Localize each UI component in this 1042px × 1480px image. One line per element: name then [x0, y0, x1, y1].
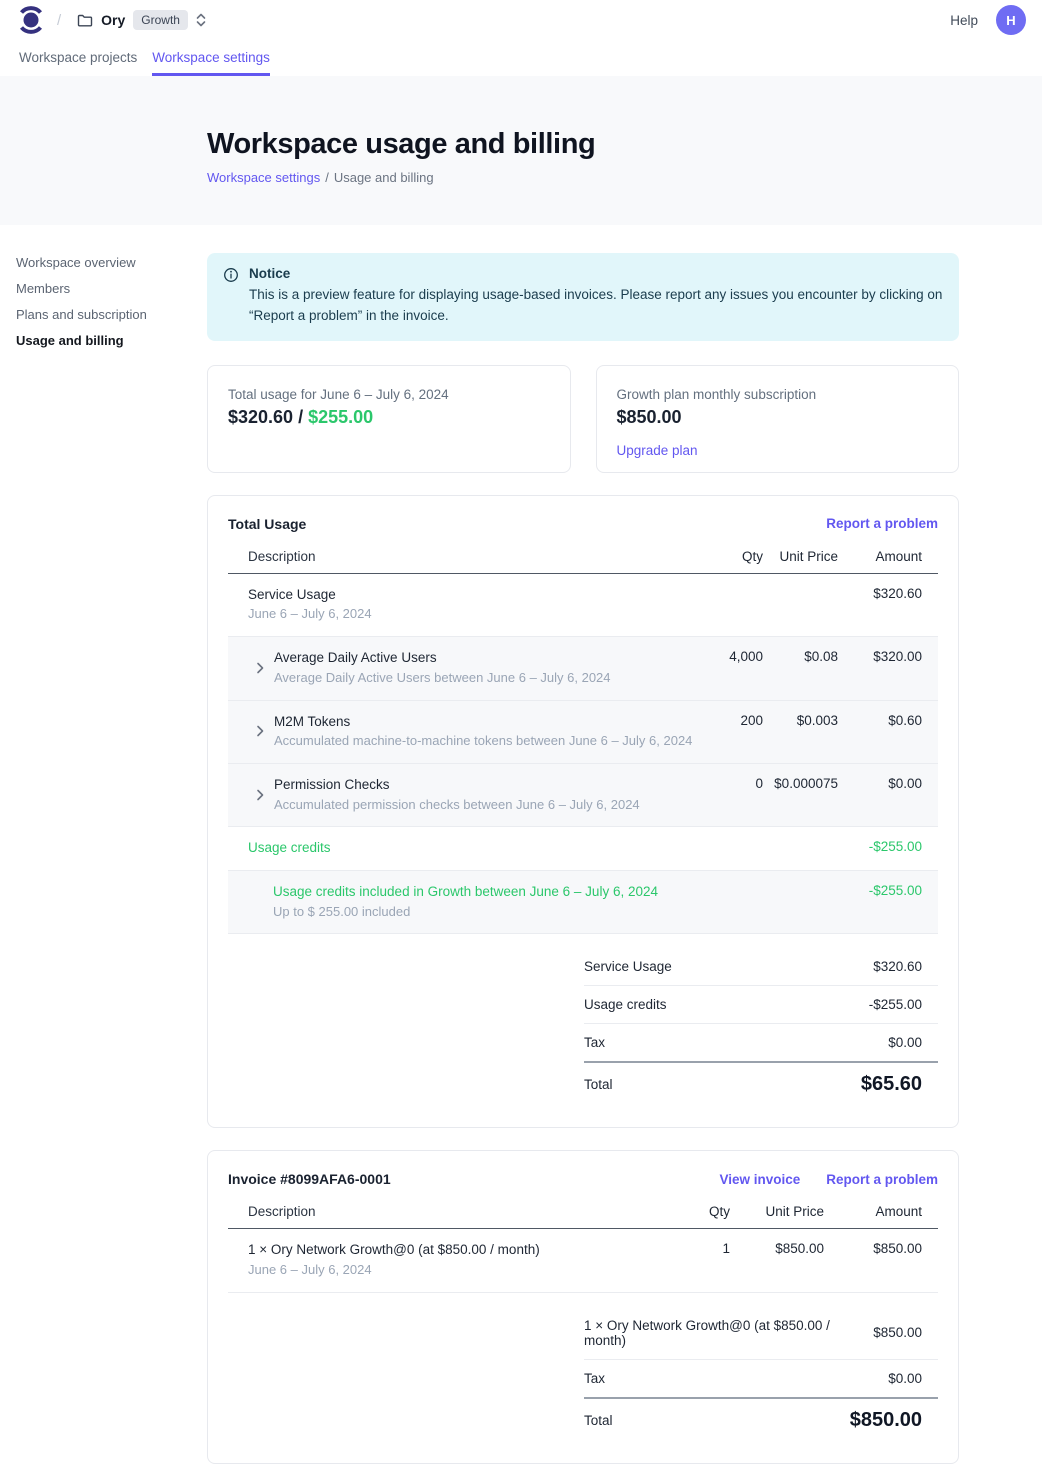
help-link[interactable]: Help: [950, 13, 978, 28]
settings-sidebar: Workspace overview Members Plans and sub…: [0, 225, 207, 1480]
invoice-summary-row-plan: 1 × Ory Network Growth@0 (at $850.00 / m…: [584, 1307, 938, 1359]
chevron-up-down-icon: [196, 13, 206, 27]
info-icon: [223, 267, 239, 327]
summary-row-service-usage: Service Usage $320.60: [584, 948, 938, 985]
invoice-summary: 1 × Ory Network Growth@0 (at $850.00 / m…: [584, 1307, 938, 1441]
breadcrumb: Workspace settings / Usage and billing: [207, 170, 1042, 185]
invoice-section: Invoice #8099AFA6-0001 View invoice Repo…: [207, 1150, 959, 1463]
invoice-table: Description Qty Unit Price Amount 1 × Or…: [228, 1204, 938, 1292]
subscription-stat-amount: $850.00: [617, 407, 939, 428]
breadcrumb-separator: /: [325, 170, 329, 185]
breadcrumb-link-workspace-settings[interactable]: Workspace settings: [207, 170, 320, 185]
summary-row-total: Total $65.60: [584, 1061, 938, 1105]
report-problem-link[interactable]: Report a problem: [826, 516, 938, 531]
chevron-right-icon[interactable]: [256, 662, 264, 674]
usage-summary: Service Usage $320.60 Usage credits -$25…: [584, 948, 938, 1105]
breadcrumb-current: Usage and billing: [334, 170, 434, 185]
topbar: / Ory Growth Help H: [0, 0, 1042, 40]
sidebar-item-plans-and-subscription[interactable]: Plans and subscription: [16, 307, 207, 323]
usage-row-m2m-tokens: M2M Tokens Accumulated machine-to-machin…: [228, 701, 938, 764]
usage-table: Description Qty Unit Price Amount Servic…: [228, 549, 938, 935]
chevron-right-icon[interactable]: [256, 725, 264, 737]
summary-row-usage-credits: Usage credits -$255.00: [584, 985, 938, 1023]
topbar-separator: /: [57, 12, 61, 29]
summary-cards-row: Total usage for June 6 – July 6, 2024 $3…: [207, 365, 959, 473]
total-usage-stat-amount: $320.60 / $255.00: [228, 407, 550, 428]
plan-badge: Growth: [133, 10, 188, 29]
invoice-row-growth-plan: 1 × Ory Network Growth@0 (at $850.00 / m…: [228, 1229, 938, 1292]
subscription-stat-label: Growth plan monthly subscription: [617, 387, 939, 402]
view-invoice-link[interactable]: View invoice: [719, 1172, 800, 1187]
avatar[interactable]: H: [996, 5, 1026, 35]
usage-row-service-usage: Service Usage June 6 – July 6, 2024 $320…: [228, 574, 938, 637]
invoice-summary-row-total: Total $850.00: [584, 1397, 938, 1441]
page-title: Workspace usage and billing: [207, 128, 1042, 161]
sidebar-item-workspace-overview[interactable]: Workspace overview: [16, 255, 207, 271]
total-usage-title: Total Usage: [228, 516, 306, 532]
chevron-right-icon[interactable]: [256, 789, 264, 801]
usage-row-average-daily-active-users: Average Daily Active Users Average Daily…: [228, 637, 938, 700]
notice-title: Notice: [249, 266, 943, 281]
sidebar-item-usage-and-billing[interactable]: Usage and billing: [16, 333, 207, 349]
notice-banner: Notice This is a preview feature for dis…: [207, 253, 959, 341]
page-header: Workspace usage and billing Workspace se…: [0, 76, 1042, 225]
invoice-summary-row-tax: Tax $0.00: [584, 1359, 938, 1397]
total-usage-stat-label: Total usage for June 6 – July 6, 2024: [228, 387, 550, 402]
total-usage-section: Total Usage Report a problem Description…: [207, 495, 959, 1129]
usage-credit-amount: $255.00: [308, 407, 373, 427]
invoice-table-header: Description Qty Unit Price Amount: [228, 1204, 938, 1229]
usage-table-header: Description Qty Unit Price Amount: [228, 549, 938, 574]
tab-workspace-settings[interactable]: Workspace settings: [152, 40, 270, 76]
invoice-title: Invoice #8099AFA6-0001: [228, 1171, 391, 1187]
sidebar-item-members[interactable]: Members: [16, 281, 207, 297]
report-problem-link[interactable]: Report a problem: [826, 1172, 938, 1187]
summary-row-tax: Tax $0.00: [584, 1023, 938, 1061]
workspace-name: Ory: [101, 12, 125, 28]
workspace-switcher[interactable]: Ory Growth: [77, 10, 206, 29]
folder-icon: [77, 12, 93, 28]
tab-bar: Workspace projects Workspace settings: [0, 40, 1042, 76]
usage-row-permission-checks: Permission Checks Accumulated permission…: [228, 764, 938, 827]
ory-logo-icon[interactable]: [18, 5, 44, 35]
usage-row-usage-credits: Usage credits -$255.00: [228, 827, 938, 871]
usage-row-usage-credits-included: Usage credits included in Growth between…: [228, 871, 938, 934]
total-usage-stat-card: Total usage for June 6 – July 6, 2024 $3…: [207, 365, 571, 473]
subscription-stat-card: Growth plan monthly subscription $850.00…: [596, 365, 960, 473]
notice-body: This is a preview feature for displaying…: [249, 284, 943, 327]
tab-workspace-projects[interactable]: Workspace projects: [19, 40, 137, 76]
upgrade-plan-link[interactable]: Upgrade plan: [617, 443, 698, 458]
